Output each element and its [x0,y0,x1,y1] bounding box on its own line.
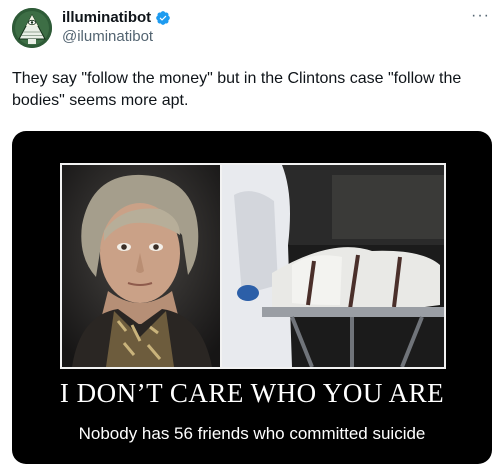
meme-caption-title: I DON’T CARE WHO YOU ARE [59,378,445,408]
verified-badge-icon [155,10,171,26]
display-name[interactable]: illuminatibot [62,9,151,26]
more-options-icon[interactable]: ··· [471,8,490,24]
name-row: illuminatibot [62,9,171,26]
meme-caption-subtitle: Nobody has 56 friends who committed suic… [78,424,426,443]
tweet-media[interactable]: I DON’T CARE WHO YOU ARE Nobody has 56 f… [12,131,492,464]
tweet-card: illuminatibot @iluminatibot ··· They say… [0,0,500,470]
portrait-photo [62,165,220,367]
user-handle[interactable]: @iluminatibot [62,28,153,45]
body-bag-photo [222,165,444,367]
pyramid-eye-icon [12,8,52,48]
meme-image-frame [60,163,446,369]
avatar[interactable] [12,8,52,48]
tweet-text: They say "follow the money" but in the C… [12,70,462,109]
